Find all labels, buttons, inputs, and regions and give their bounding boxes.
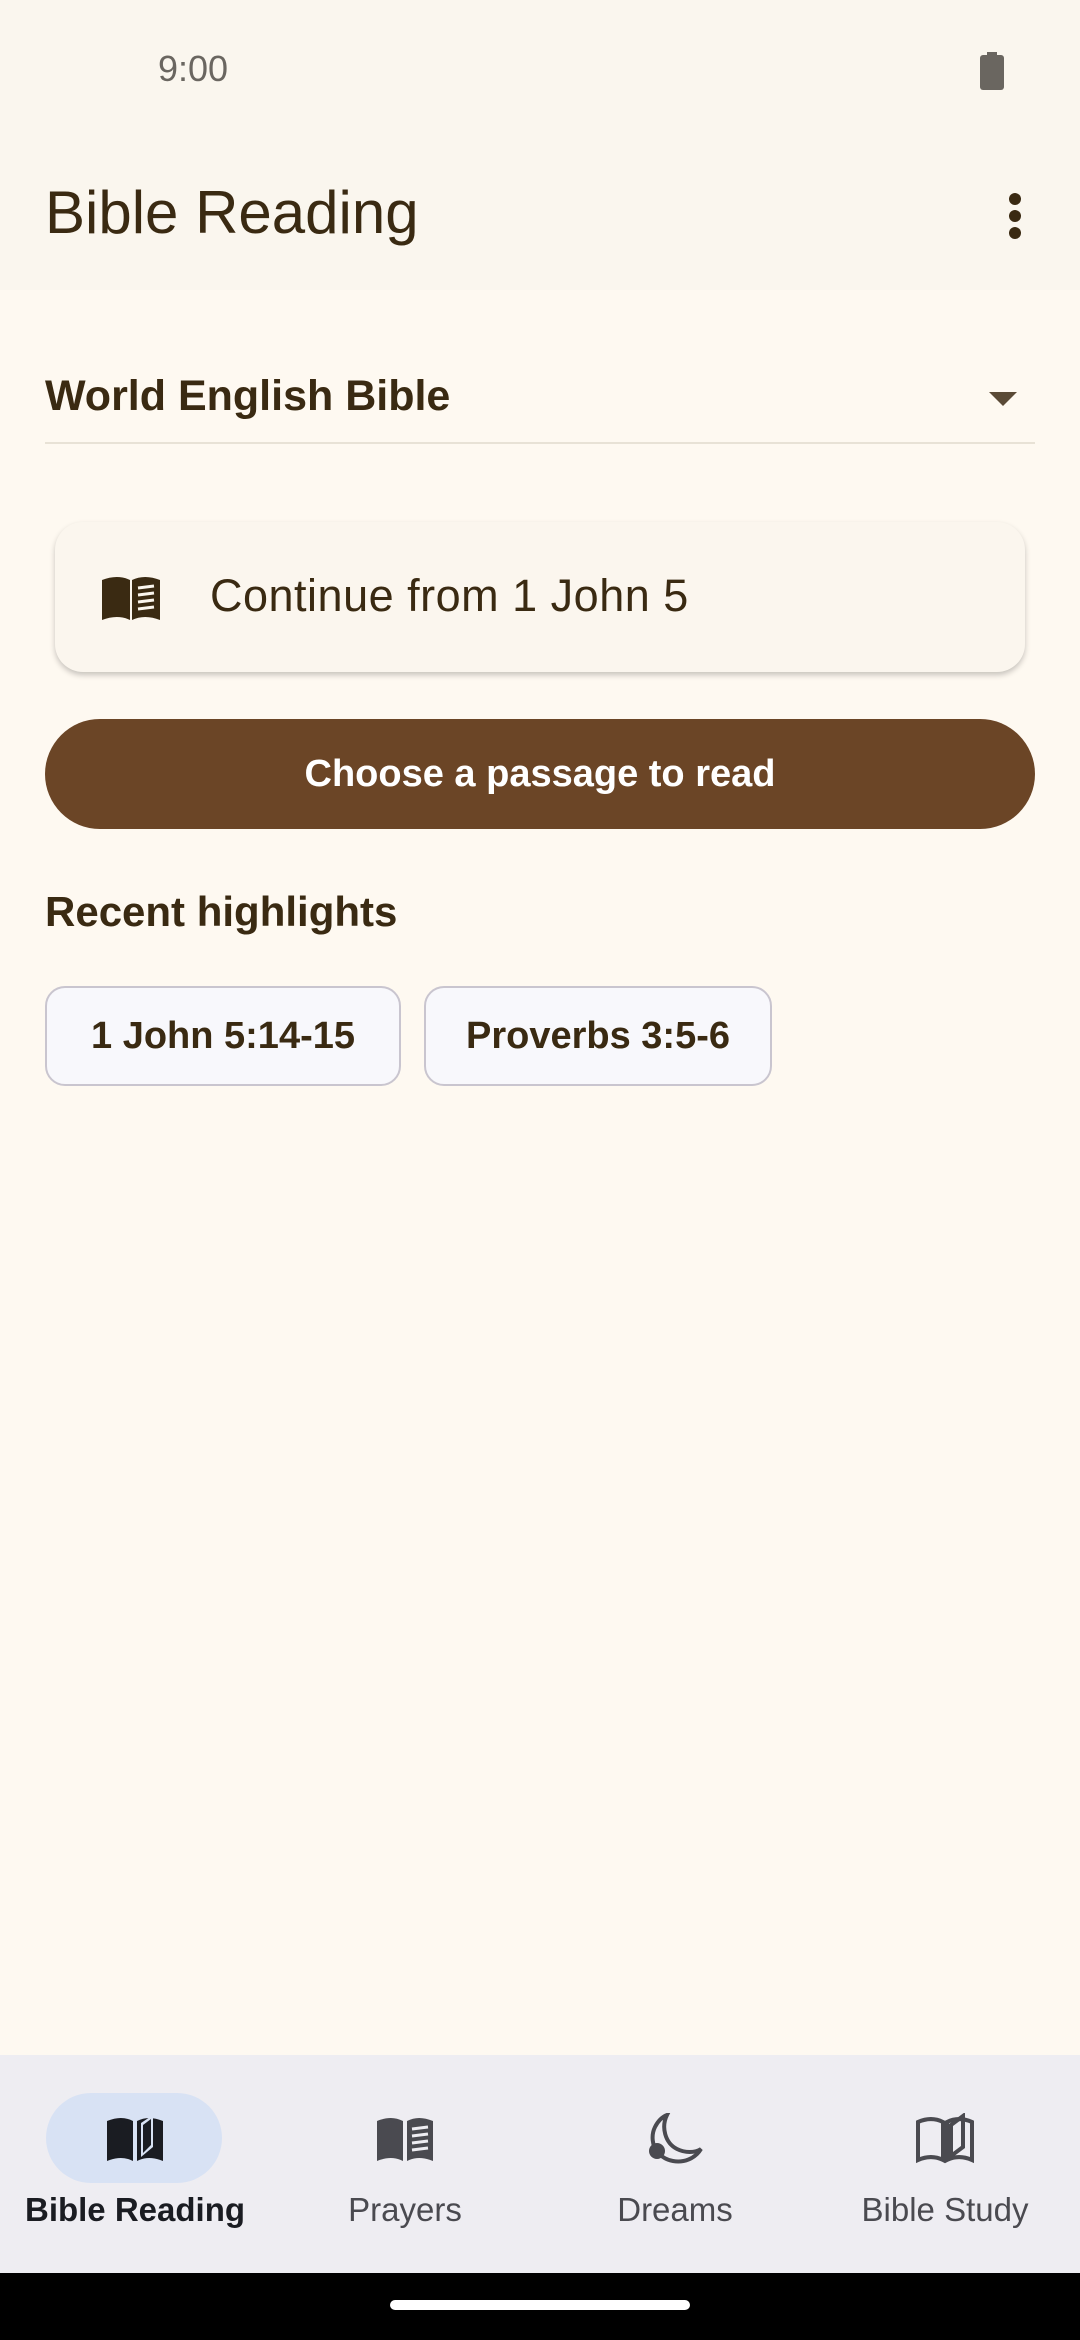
nav-label-bible-reading: Bible Reading: [24, 2191, 246, 2228]
main-content: World English Bible Continue from 1 John…: [0, 290, 1080, 2055]
nav-item-bible-study[interactable]: Bible Study: [810, 2055, 1080, 2273]
page-title: Bible Reading: [45, 179, 419, 246]
system-gesture-bar: [0, 2273, 1080, 2340]
moon-icon: [649, 2113, 703, 2164]
status-bar: 9:00: [0, 0, 1080, 145]
choose-passage-button[interactable]: Choose a passage to read: [45, 719, 1035, 829]
nav-label-dreams: Dreams: [617, 2191, 733, 2228]
more-options-button[interactable]: [990, 181, 1040, 251]
recent-highlights-heading: Recent highlights: [45, 888, 398, 935]
dropdown-arrow-icon: [989, 392, 1017, 406]
open-book-icon: [102, 577, 160, 620]
nav-label-bible-study: Bible Study: [861, 2191, 1029, 2228]
battery-full-icon: [980, 52, 1004, 90]
status-time: 9:00: [158, 48, 229, 89]
book-icon: [377, 2118, 433, 2161]
home-gesture-handle[interactable]: [390, 2300, 690, 2310]
translation-select-value: World English Bible: [45, 372, 451, 420]
nav-item-prayers[interactable]: Prayers: [270, 2055, 540, 2273]
app-bar: Bible Reading: [0, 145, 1080, 290]
book-open-outline-icon: [916, 2113, 974, 2164]
continue-reading-label: Continue from 1 John 5: [210, 570, 689, 621]
continue-reading-card[interactable]: Continue from 1 John 5: [55, 522, 1025, 672]
nav-item-bible-reading[interactable]: Bible Reading: [0, 2055, 270, 2273]
bottom-navigation: Bible Reading Prayers Dreams Bible Study: [0, 2055, 1080, 2273]
book-open-filled-icon: [107, 2115, 163, 2161]
highlight-chip[interactable]: Proverbs 3:5-6: [424, 986, 772, 1086]
more-vert-icon: [1009, 193, 1021, 239]
nav-item-dreams[interactable]: Dreams: [540, 2055, 810, 2273]
highlight-chip[interactable]: 1 John 5:14-15: [45, 986, 401, 1086]
nav-label-prayers: Prayers: [348, 2191, 462, 2228]
translation-select[interactable]: World English Bible: [45, 370, 1035, 444]
